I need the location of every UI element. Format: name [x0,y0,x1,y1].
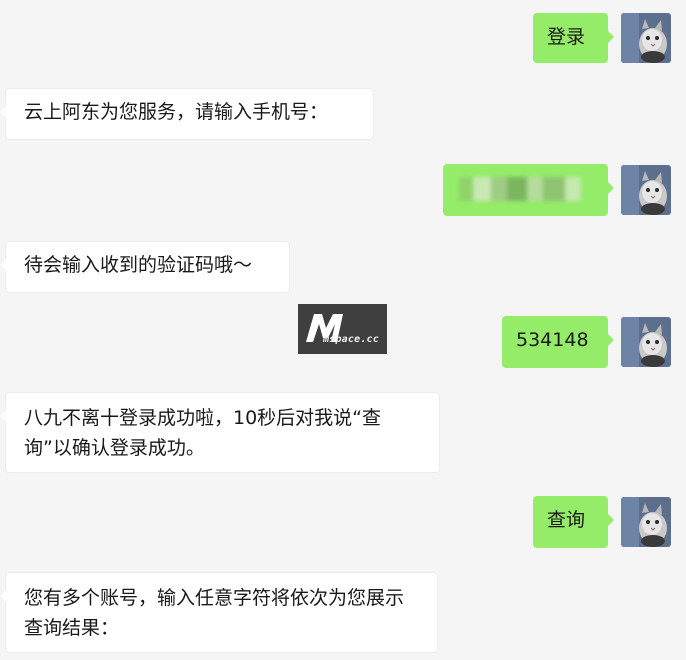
cat-avatar-icon [621,317,671,367]
watermark-logo: mspace.cc [298,304,387,354]
message-bubble-incoming[interactable]: 待会输入收到的验证码哦～ [0,241,290,293]
message-text: 登录 [547,26,586,48]
message-text: 查询 [547,509,586,531]
message-bubble-incoming[interactable]: 八九不离十登录成功啦，10秒后对我说“查询”以确认登录成功。 [0,392,440,473]
message-text: 云上阿东为您服务，请输入手机号： [24,101,329,123]
message-text: 534148 [516,329,589,351]
message-bubble-incoming[interactable]: 您有多个账号，输入任意字符将依次为您展示查询结果： [0,572,438,653]
user-avatar[interactable] [621,317,671,367]
user-avatar[interactable] [621,165,671,215]
message-bubble-incoming[interactable]: 云上阿东为您服务，请输入手机号： [0,88,374,140]
cat-avatar-icon [621,13,671,63]
chat-window: 登录 云上阿东为您服务，请输入手机号： 待会输入收到的验证码哦～ mspace.… [0,0,686,660]
message-bubble-outgoing-redacted[interactable] [443,164,614,216]
message-bubble-outgoing[interactable]: 查询 [533,496,614,548]
message-text: 您有多个账号，输入任意字符将依次为您展示查询结果： [24,587,405,639]
redacted-phone-number [459,177,581,201]
message-text: 八九不离十登录成功啦，10秒后对我说“查询”以确认登录成功。 [24,407,382,459]
cat-avatar-icon [621,165,671,215]
message-bubble-outgoing[interactable]: 534148 [502,316,614,368]
cat-avatar-icon [621,497,671,547]
watermark-text: mspace.cc [323,334,379,345]
message-bubble-outgoing[interactable]: 登录 [533,13,614,63]
user-avatar[interactable] [621,497,671,547]
user-avatar[interactable] [621,13,671,63]
mspace-logo-icon [306,314,343,342]
message-text: 待会输入收到的验证码哦～ [24,254,253,276]
